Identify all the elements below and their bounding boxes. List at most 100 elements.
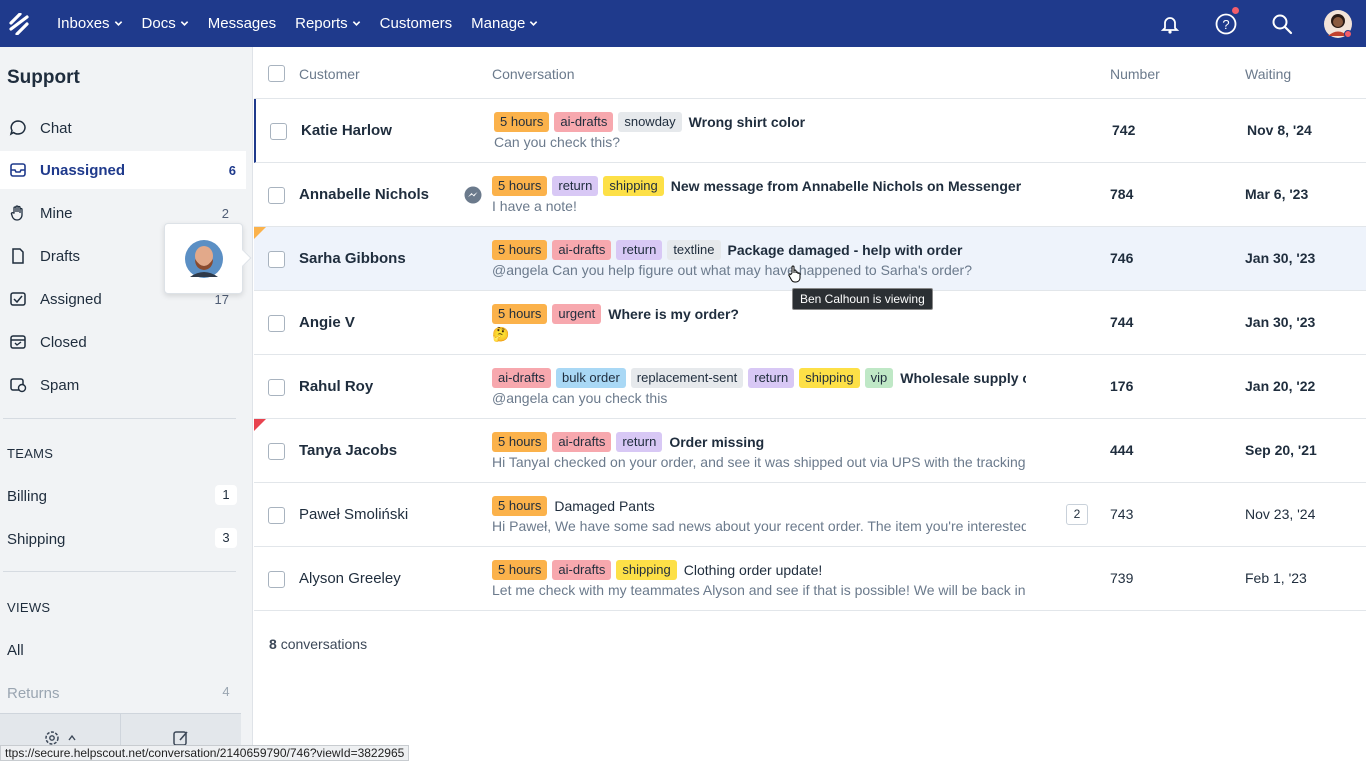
conversation-tags: 5 hours urgent Where is my order? [492, 304, 1026, 324]
table-row[interactable]: Katie Harlow 5 hours ai-drafts snowday Wrong… [254, 99, 1366, 163]
column-header-conversation[interactable]: Conversation [492, 66, 575, 82]
sidebar-item-label: Mine [40, 204, 73, 222]
tag[interactable]: textline [667, 240, 721, 260]
tag[interactable]: vip [864, 368, 894, 388]
conversation-subject: Package damaged - help with order [727, 242, 963, 258]
tag[interactable]: shipping [799, 368, 860, 388]
customer-name: Tanya Jacobs [299, 442, 398, 459]
conversation-subject: Wrong shirt color [688, 114, 806, 130]
waiting-since: Feb 1, '23 [1245, 570, 1307, 586]
select-all-checkbox[interactable] [268, 65, 285, 82]
table-row[interactable]: Tanya Jacobs 5 hours ai-drafts return Order … [254, 419, 1366, 483]
closed-icon [8, 332, 28, 352]
sidebar-item-count: 3 [215, 528, 237, 548]
nav-customers[interactable]: Customers [380, 15, 453, 32]
tag[interactable]: shipping [616, 560, 677, 580]
row-checkbox[interactable] [268, 571, 285, 588]
nav-messages[interactable]: Messages [208, 15, 276, 32]
table-row[interactable]: Annabelle Nichols 5 hours return shipping Ne… [254, 163, 1366, 227]
conversation-number: 742 [1112, 122, 1136, 138]
column-header-waiting[interactable]: Waiting [1245, 66, 1291, 82]
tag[interactable]: 5 hours [492, 240, 548, 260]
sidebar-item-shipping[interactable]: Shipping [7, 531, 65, 548]
tag[interactable]: return [552, 176, 599, 196]
conversation-tags: 5 hours return shipping New message from An… [492, 176, 1026, 196]
sidebar-item-chat[interactable]: Chat [0, 109, 246, 147]
viewing-tooltip: Ben Calhoun is viewing [792, 288, 933, 310]
tag[interactable]: 5 hours [492, 304, 548, 324]
table-row[interactable]: Rahul Roy ai-drafts bulk order replacement-… [254, 355, 1366, 419]
thread-count-badge: 2 [1066, 504, 1088, 525]
nav-label: Inboxes [57, 15, 110, 32]
avatar[interactable] [1310, 0, 1366, 47]
conversation-preview: @angela Can you help figure out what may… [492, 262, 972, 278]
tag[interactable]: return [748, 368, 795, 388]
nav-manage[interactable]: Manage [471, 15, 538, 32]
conversation-tags: 5 hours ai-drafts snowday Wrong shirt color [494, 112, 1028, 132]
sidebar-item-unassigned[interactable]: Unassigned 6 [0, 151, 246, 189]
helpscout-logo-icon[interactable] [0, 0, 38, 47]
table-row[interactable]: Alyson Greeley 5 hours ai-drafts shipping Cl… [254, 547, 1366, 611]
tag[interactable]: replacement-sent [630, 368, 744, 388]
spam-icon [8, 375, 28, 395]
sidebar-item-returns[interactable]: Returns [7, 685, 60, 702]
tag[interactable]: ai-drafts [554, 112, 614, 132]
tag[interactable]: ai-drafts [492, 368, 551, 388]
conversation-preview: 🤔 [492, 326, 510, 342]
column-header-customer[interactable]: Customer [299, 66, 360, 82]
sidebar-item-billing[interactable]: Billing [7, 488, 47, 505]
customer-name: Sarha Gibbons [299, 250, 406, 267]
tag[interactable]: shipping [603, 176, 664, 196]
table-row[interactable]: Paweł Smoliński 5 hours Damaged Pants Hi Pa… [254, 483, 1366, 547]
conversation-subject: Damaged Pants [554, 498, 655, 514]
tag[interactable]: 5 hours [492, 496, 548, 516]
status-bar-url: ttps://secure.helpscout.net/conversation… [0, 745, 410, 761]
sidebar-item-spam[interactable]: Spam [0, 366, 246, 404]
tag[interactable]: urgent [552, 304, 602, 324]
customer-name: Paweł Smoliński [299, 506, 409, 523]
bell-icon[interactable] [1142, 0, 1198, 47]
waiting-since: Mar 6, '23 [1245, 186, 1309, 202]
table-header: Customer Conversation Number Waiting [254, 47, 1366, 99]
nav-reports[interactable]: Reports [295, 15, 361, 32]
sidebar-item-closed[interactable]: Closed [0, 323, 246, 361]
tag[interactable]: 5 hours [492, 432, 548, 452]
waiting-since: Nov 23, '24 [1245, 506, 1316, 522]
sidebar-item-all[interactable]: All [7, 642, 24, 659]
nav-label: Reports [295, 15, 348, 32]
row-checkbox[interactable] [268, 315, 285, 332]
tag[interactable]: ai-drafts [552, 240, 612, 260]
tag[interactable]: 5 hours [492, 560, 548, 580]
tag[interactable]: return [616, 432, 663, 452]
tag[interactable]: bulk order [555, 368, 626, 388]
table-row[interactable]: Sarha Gibbons 5 hours ai-drafts return textl… [254, 227, 1366, 291]
column-header-number[interactable]: Number [1110, 66, 1160, 82]
row-checkbox[interactable] [268, 251, 285, 268]
help-icon[interactable]: ? [1198, 0, 1254, 47]
tag[interactable]: ai-drafts [552, 432, 612, 452]
svg-text:?: ? [1222, 17, 1229, 32]
sidebar: Support Chat Unassigned 6 Mine 2 Drafts … [0, 47, 253, 761]
chevron-down-icon [180, 21, 188, 26]
tag[interactable]: 5 hours [492, 176, 548, 196]
viewer-popover [164, 223, 252, 294]
row-checkbox[interactable] [268, 507, 285, 524]
nav-inboxes[interactable]: Inboxes [57, 15, 123, 32]
nav-docs[interactable]: Docs [142, 15, 189, 32]
conversation-count: 8 conversations [269, 636, 368, 652]
tag[interactable]: ai-drafts [552, 560, 612, 580]
tag[interactable]: return [616, 240, 663, 260]
row-checkbox[interactable] [270, 123, 287, 140]
conversation-subject: Where is my order? [608, 306, 739, 322]
customer-name: Angie V [299, 314, 355, 331]
notification-dot [1232, 7, 1239, 14]
conversation-preview: @angela can you check this [492, 390, 668, 406]
row-checkbox[interactable] [268, 187, 285, 204]
row-checkbox[interactable] [268, 443, 285, 460]
tag[interactable]: snowday [618, 112, 682, 132]
tag[interactable]: 5 hours [494, 112, 550, 132]
search-icon[interactable] [1254, 0, 1310, 47]
priority-flag [254, 419, 266, 431]
row-checkbox[interactable] [268, 379, 285, 396]
nav-label: Docs [141, 15, 176, 32]
